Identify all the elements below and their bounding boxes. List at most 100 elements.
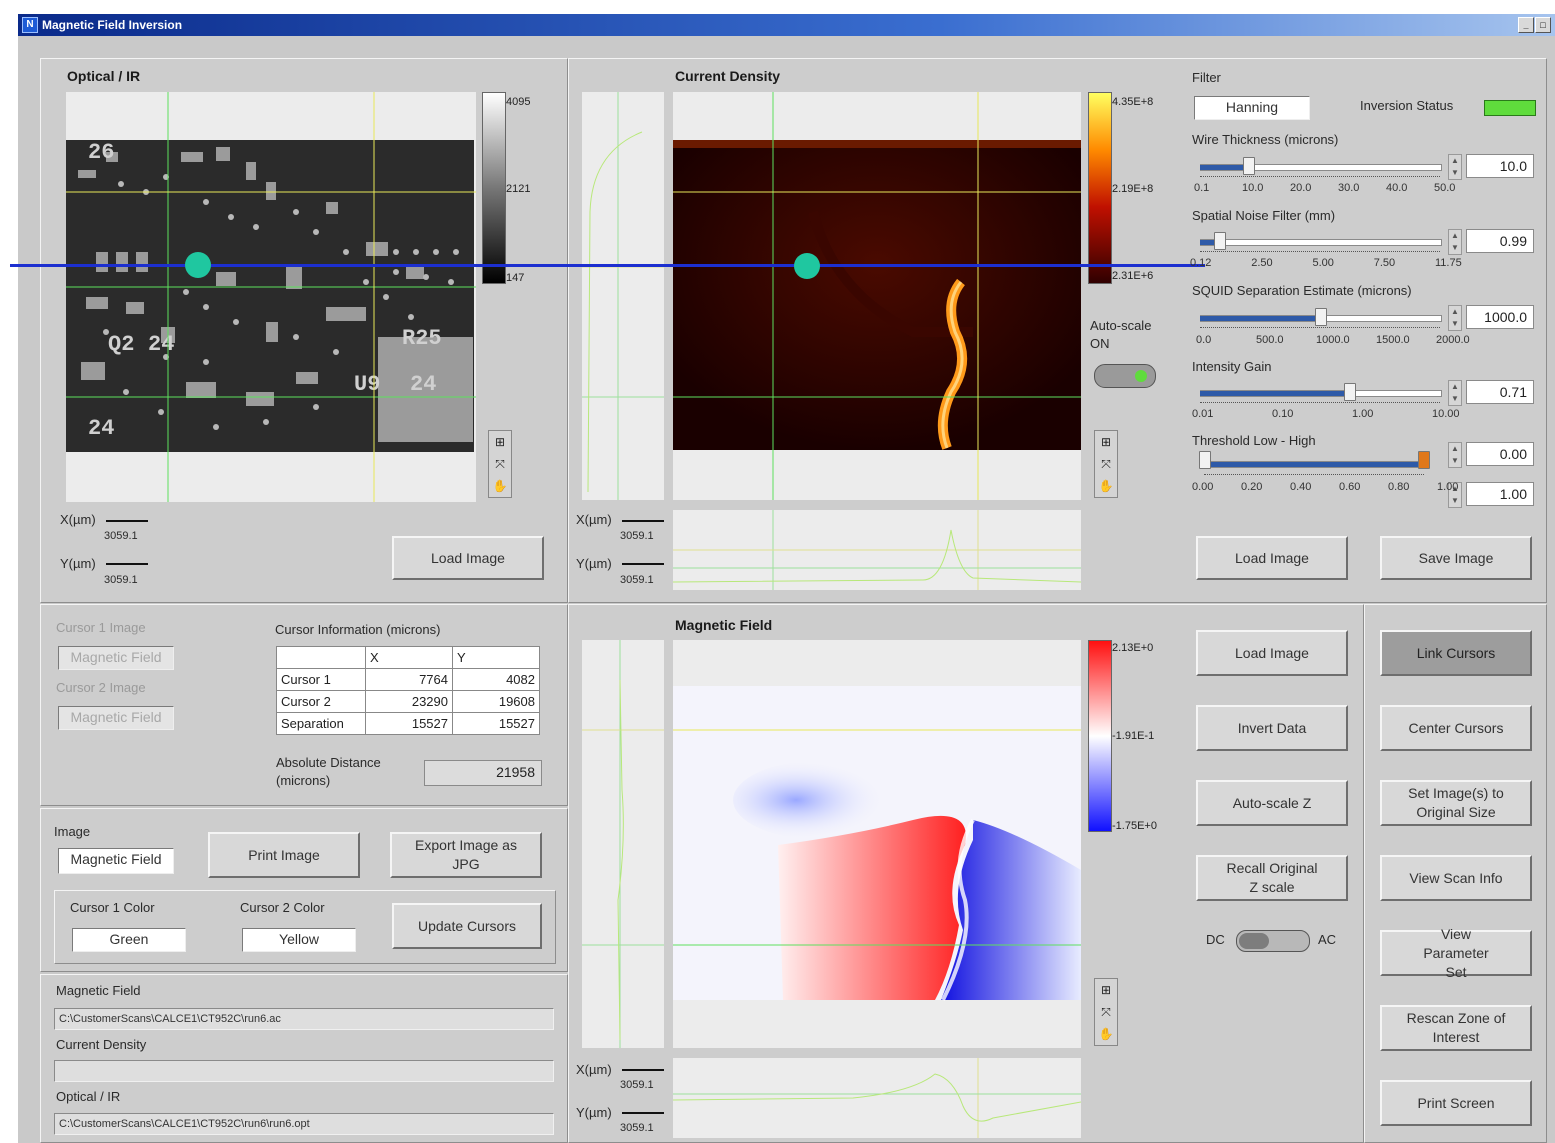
- intensity-gain-thumb[interactable]: [1344, 383, 1356, 401]
- intensity-gain-input[interactable]: 0.71: [1466, 380, 1534, 404]
- autoscale-toggle[interactable]: [1094, 364, 1156, 388]
- wire-thickness-input[interactable]: 10.0: [1466, 154, 1534, 178]
- current-x-value: 3059.1: [620, 530, 654, 542]
- toggle-knob: [1239, 933, 1269, 949]
- noise-filter-thumb[interactable]: [1214, 232, 1226, 250]
- opt-path-field[interactable]: C:\CustomerScans\CALCE1\CT952C\run6\run6…: [54, 1113, 554, 1135]
- zoom-icon[interactable]: ⊞: [1095, 979, 1117, 1001]
- hand-icon[interactable]: ✋: [489, 475, 511, 497]
- board-label-24b: 24: [410, 372, 436, 397]
- threshold-high-thumb[interactable]: [1418, 451, 1430, 469]
- table-header: X: [365, 646, 453, 669]
- absolute-distance-label: Absolute Distance (microns): [276, 755, 381, 788]
- slider-scale-label: 0.40: [1290, 481, 1312, 493]
- current-load-image-button[interactable]: Load Image: [1196, 536, 1348, 580]
- cursor2-marker[interactable]: [794, 253, 820, 279]
- optical-x-label: X(µm): [60, 512, 96, 527]
- inversion-status-led: [1484, 100, 1536, 116]
- wire-thickness-thumb[interactable]: [1243, 157, 1255, 175]
- pan-icon[interactable]: ⤧: [489, 453, 511, 475]
- cursor2-color-select[interactable]: Yellow: [242, 928, 356, 952]
- threshold-ticks: [1204, 474, 1424, 479]
- noise-spin-icon[interactable]: ▲ ▼: [1448, 229, 1462, 255]
- optical-load-image-button[interactable]: Load Image: [392, 536, 544, 580]
- current-y-value: 3059.1: [620, 574, 654, 586]
- recall-z-scale-button[interactable]: Recall Original Z scale: [1196, 855, 1348, 901]
- mag-load-image-button[interactable]: Load Image: [1196, 630, 1348, 676]
- dc-ac-toggle[interactable]: [1236, 930, 1310, 952]
- noise-filter-track: [1200, 239, 1442, 246]
- cursor2-image-select[interactable]: Magnetic Field: [58, 706, 174, 730]
- app-logo-icon: N: [22, 17, 38, 33]
- table-header: [276, 646, 366, 669]
- autoscale-state: ON: [1090, 336, 1110, 351]
- noise-filter-input[interactable]: 0.99: [1466, 229, 1534, 253]
- squid-spin-icon[interactable]: ▲ ▼: [1448, 305, 1462, 331]
- current-y-profile: [582, 92, 664, 500]
- board-label-u9: U9: [354, 372, 380, 397]
- minimize-button[interactable]: _: [1518, 17, 1534, 33]
- cursor1-marker[interactable]: [185, 252, 211, 278]
- update-cursors-button[interactable]: Update Cursors: [392, 903, 542, 949]
- save-image-button[interactable]: Save Image: [1380, 536, 1532, 580]
- hand-icon[interactable]: ✋: [1095, 1023, 1117, 1045]
- view-scan-info-button[interactable]: View Scan Info: [1380, 855, 1532, 901]
- pan-icon[interactable]: ⤧: [1095, 453, 1117, 475]
- maximize-button[interactable]: □: [1535, 17, 1551, 33]
- optical-y-label: Y(µm): [60, 556, 96, 571]
- toggle-led-icon: [1135, 370, 1147, 382]
- set-original-size-button[interactable]: Set Image(s) to Original Size: [1380, 780, 1532, 826]
- filter-select[interactable]: Hanning: [1194, 96, 1310, 120]
- optical-graph-palette[interactable]: ⊞ ⤧ ✋: [488, 430, 512, 498]
- rescan-zone-button[interactable]: Rescan Zone of Interest: [1380, 1005, 1532, 1051]
- print-image-button[interactable]: Print Image: [208, 832, 360, 878]
- magnetic-graph-palette[interactable]: ⊞ ⤧ ✋: [1094, 978, 1118, 1046]
- title-bar: N Magnetic Field Inversion _ □: [18, 14, 1555, 36]
- magnetic-field-image[interactable]: [673, 640, 1081, 1048]
- magnetic-x-label: X(µm): [576, 1062, 612, 1077]
- zoom-icon[interactable]: ⊞: [489, 431, 511, 453]
- cd-path-label: Current Density: [56, 1037, 147, 1052]
- print-screen-button[interactable]: Print Screen: [1380, 1080, 1532, 1126]
- optical-x-value: 3059.1: [104, 530, 138, 542]
- hand-icon[interactable]: ✋: [1095, 475, 1117, 497]
- magnetic-y-profile: [582, 640, 664, 1048]
- mag-path-field[interactable]: C:\CustomerScans\CALCE1\CT952C\run6.ac: [54, 1008, 554, 1030]
- threshold-low-input[interactable]: 0.00: [1466, 442, 1534, 466]
- gain-spin-icon[interactable]: ▲ ▼: [1448, 380, 1462, 406]
- magnetic-cbar-min: -1.75E+0: [1112, 820, 1157, 832]
- wire-spin-icon[interactable]: ▲ ▼: [1448, 154, 1462, 180]
- slider-scale-label: 1.00: [1437, 481, 1459, 493]
- squid-separation-thumb[interactable]: [1315, 308, 1327, 326]
- current-graph-palette[interactable]: ⊞ ⤧ ✋: [1094, 430, 1118, 498]
- optical-image[interactable]: 26 Q2 24 R25 U9 24 24: [66, 92, 476, 502]
- image-select[interactable]: Magnetic Field: [58, 848, 174, 874]
- current-density-image[interactable]: [673, 92, 1081, 500]
- threshold-high-input[interactable]: 1.00: [1466, 482, 1534, 506]
- squid-separation-input[interactable]: 1000.0: [1466, 305, 1534, 329]
- threshold-low-thumb[interactable]: [1199, 451, 1211, 469]
- intensity-gain-fill: [1200, 391, 1349, 396]
- export-jpg-button[interactable]: Export Image as JPG: [390, 832, 542, 878]
- optical-cbar-max: 4095: [506, 96, 531, 108]
- cursor1-image-label: Cursor 1 Image: [56, 620, 146, 635]
- link-cursors-button[interactable]: Link Cursors: [1380, 630, 1532, 676]
- threshold-label: Threshold Low - High: [1192, 433, 1316, 448]
- view-parameter-set-button[interactable]: View Parameter Set: [1380, 926, 1532, 980]
- pan-icon[interactable]: ⤧: [1095, 1001, 1117, 1023]
- zoom-icon[interactable]: ⊞: [1095, 431, 1117, 453]
- cd-path-field[interactable]: [54, 1060, 554, 1082]
- wire-thickness-ticks: [1200, 176, 1440, 181]
- cursor1-image-select[interactable]: Magnetic Field: [58, 646, 174, 670]
- noise-filter-ticks: [1200, 251, 1440, 256]
- magnetic-colorbar: [1088, 640, 1112, 832]
- threshold-low-spin-icon[interactable]: ▲ ▼: [1448, 442, 1462, 468]
- autoscale-z-button[interactable]: Auto-scale Z: [1196, 780, 1348, 826]
- center-cursors-button[interactable]: Center Cursors: [1380, 705, 1532, 751]
- cursor1-color-select[interactable]: Green: [72, 928, 186, 952]
- invert-data-button[interactable]: Invert Data: [1196, 705, 1348, 751]
- slider-scale-label: 40.0: [1386, 182, 1408, 194]
- opt-path-label: Optical / IR: [56, 1089, 121, 1104]
- table-row: Cursor 2 23290 19608: [276, 690, 540, 713]
- optical-colorbar: [482, 92, 506, 284]
